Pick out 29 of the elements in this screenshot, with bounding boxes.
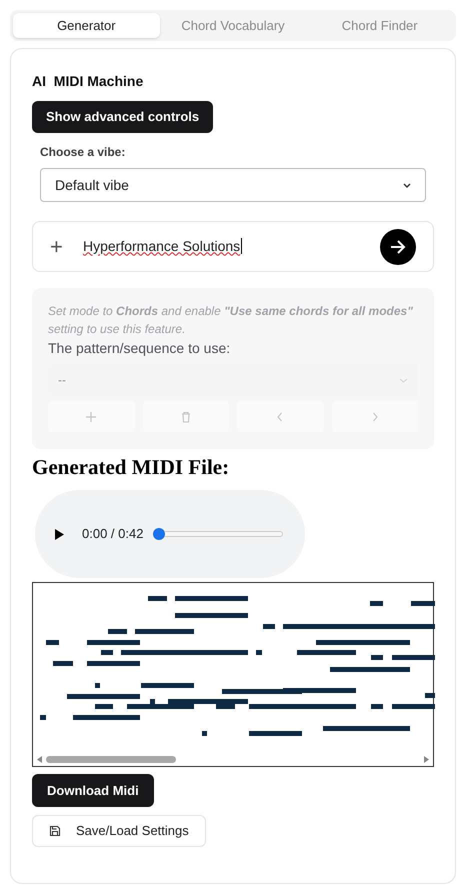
field-label: The pattern/sequence to use: [48, 339, 232, 358]
advanced-controls-button[interactable]: Show advanced controls [32, 101, 214, 133]
seek-thumb[interactable] [153, 528, 166, 540]
chevron-down-icon [399, 378, 408, 382]
field-label: Choose a vibe: [40, 144, 126, 161]
scroll-right-icon[interactable] [424, 756, 429, 763]
prompt-text: Hyperformance Solutions [83, 238, 242, 254]
add-button[interactable]: + [50, 230, 67, 263]
send-button[interactable] [380, 228, 416, 264]
plus-icon [85, 410, 98, 422]
download-button[interactable]: Download Midi [32, 774, 154, 807]
chevron-down-icon [403, 182, 411, 188]
seek-track[interactable] [165, 531, 284, 537]
scroll-left-icon[interactable] [37, 756, 42, 763]
arrow-right-icon [390, 240, 406, 254]
save-icon [49, 825, 61, 837]
select-value: -- [58, 372, 66, 389]
save-load-button[interactable]: Save/Load Settings [32, 815, 206, 847]
trash-icon [180, 410, 192, 422]
prompt-field[interactable]: + Hyperformance Solutions [32, 221, 434, 272]
select-value: Default vibe [55, 176, 129, 194]
app-title: AI MIDI Machine [32, 72, 144, 89]
vibe-select[interactable]: Default vibe [40, 168, 426, 202]
scrollbar-thumb[interactable] [46, 756, 176, 763]
time-display: 0:00 / 0:42 [82, 525, 144, 544]
tab[interactable]: Generator [13, 13, 160, 38]
section-heading: Generated MIDI File: [32, 454, 230, 480]
play-icon[interactable] [55, 528, 65, 540]
hint-text: Set mode to Chords and enable "Use same chords for all modes" setting to use this feature. [48, 303, 414, 338]
